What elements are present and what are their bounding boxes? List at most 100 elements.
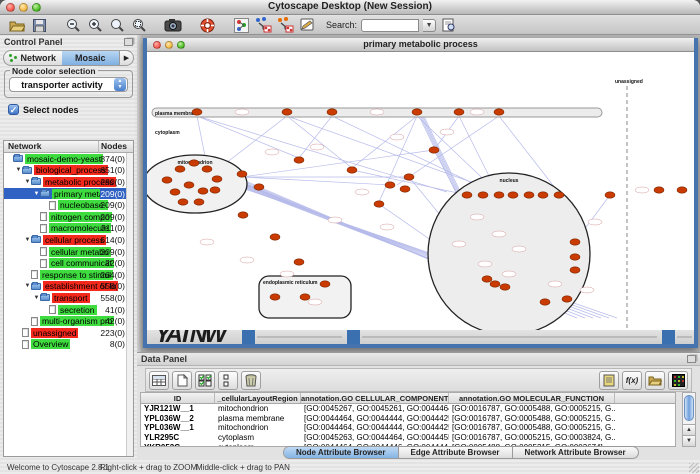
import-attributes-icon[interactable] [645,371,665,390]
help-lifesaver-icon[interactable] [198,17,216,33]
apply-layout-b-icon[interactable] [276,17,294,33]
snapshot-camera-icon[interactable] [164,17,182,33]
network-overview-icon[interactable] [232,17,250,33]
table-cell[interactable]: [GO:0044464, GO:0044444, GO:0044425, G..… [301,414,449,423]
network-tree-item[interactable]: Overview 8(0) [4,339,126,351]
node-color-combobox[interactable]: transporter activity ▲▼ [9,77,128,92]
table-row[interactable]: YPL036W__2plasma membrane[GO:0044464, GO… [141,414,675,424]
network-node[interactable] [270,294,280,300]
network-node[interactable] [562,296,572,302]
annotation-icon[interactable] [298,17,316,33]
column-go-molecular-function[interactable]: annotation.GO MOLECULAR_FUNCTION [449,393,615,403]
network-tree-item[interactable]: ▼ establishment of lo 558(0) [4,281,126,293]
network-tree-item[interactable]: ▼ metabolic process 280(0) [4,176,126,188]
tab-mosaic[interactable]: Mosaic [62,51,120,65]
network-node[interactable] [202,166,212,172]
table-cell[interactable]: [GO:0016787, GO:0005488, GO:0005215, G..… [449,414,615,423]
network-node[interactable] [238,212,248,218]
network-tree-item[interactable]: ▼ primary metabo 209(0) [4,188,126,200]
select-nodes-checkbox[interactable]: ✓ [8,104,19,115]
scroll-down-arrow[interactable]: ▼ [683,435,695,446]
network-tree-item[interactable]: unassigned 223(0) [4,327,126,339]
network-tree-item[interactable]: mosaic-demo-yeast 874(0) [4,153,126,165]
network-node[interactable] [404,174,414,180]
apply-layout-a-icon[interactable] [254,17,272,33]
float-panel-icon[interactable] [124,38,133,46]
table-cell[interactable]: plasma membrane [215,414,301,423]
network-node[interactable] [482,276,492,282]
network-node[interactable] [327,109,337,115]
network-node[interactable] [605,192,615,198]
attribute-table-icon[interactable] [149,371,169,390]
column-id[interactable]: ID [141,393,215,403]
network-window-titlebar[interactable]: primary metabolic process [147,38,694,52]
search-dropdown-button[interactable]: ▼ [423,19,436,32]
network-tree-item[interactable]: multi-organism pro 42(0) [4,315,126,327]
network-node[interactable] [282,109,292,115]
network-node[interactable] [212,176,222,182]
open-folder-icon[interactable] [8,17,26,33]
network-tree-item[interactable]: nucleobase- 209(0) [4,199,126,211]
network-node[interactable] [175,166,185,172]
tab-network[interactable]: Network [4,51,62,65]
network-tree-item[interactable]: ▼ transport 558(0) [4,292,126,304]
unified-view-icon[interactable] [218,371,238,390]
network-node[interactable] [178,199,188,205]
network-node[interactable] [210,187,220,193]
table-cell[interactable]: cytoplasm [215,433,301,442]
scroll-up-arrow[interactable]: ▲ [683,424,695,435]
network-node[interactable] [677,187,687,193]
table-cell[interactable]: [GO:0044464, GO:0044444, GO:0044425, G..… [301,423,449,432]
table-cell[interactable]: YLR295C [141,433,215,442]
network-node[interactable] [540,299,550,305]
save-icon[interactable] [30,17,48,33]
tree-column-network[interactable]: Network [4,141,99,152]
network-node[interactable] [478,192,488,198]
tree-column-nodes[interactable]: Nodes [99,141,133,152]
formula-builder-icon[interactable]: f(x) [622,371,642,390]
network-node[interactable] [237,171,247,177]
network-node[interactable] [494,109,504,115]
search-input[interactable] [361,19,419,32]
network-node[interactable] [429,147,439,153]
network-node[interactable] [194,199,204,205]
network-canvas[interactable]: plasma membrane cytoplasm mitochondrion … [147,52,694,330]
network-tree-item[interactable]: secretion 41(0) [4,304,126,316]
tab-node-attribute-browser[interactable]: Node Attribute Browser [284,447,399,458]
table-cell[interactable]: [GO:0045267, GO:0045261, GO:0044464, G..… [301,404,449,413]
network-node[interactable] [347,167,357,173]
notepad-icon[interactable] [599,371,619,390]
table-cell[interactable]: YKR052C [141,443,215,447]
network-node[interactable] [400,186,410,192]
select-attributes-icon[interactable] [195,371,215,390]
network-node[interactable] [385,182,395,188]
network-node[interactable] [538,192,548,198]
network-node[interactable] [189,160,199,166]
network-node[interactable] [570,267,580,273]
network-tree-item[interactable]: ▼ biological_process 651(0) [4,165,126,177]
column-go-cellular-component[interactable]: annotation.GO CELLULAR_COMPONENT [301,393,449,403]
zoom-out-icon[interactable] [64,17,82,33]
network-node[interactable] [192,109,202,115]
table-cell[interactable]: YPL036W__1 [141,423,215,432]
network-node[interactable] [508,192,518,198]
attribute-matrix-icon[interactable] [668,371,688,390]
network-node[interactable] [294,259,304,265]
network-tree-item[interactable]: response to stimul 264(0) [4,269,126,281]
network-node[interactable] [500,284,510,290]
network-node[interactable] [570,254,580,260]
zoom-selected-icon[interactable] [130,17,148,33]
zoom-in-icon[interactable] [86,17,104,33]
network-tree-item[interactable]: cellular metabo 209(0) [4,246,126,258]
table-cell[interactable]: YJR121W__1 [141,404,215,413]
column-cellular-layout-region[interactable]: _cellularLayoutRegion [215,393,301,403]
network-node[interactable] [494,192,504,198]
network-node[interactable] [162,177,172,183]
table-row[interactable]: YJR121W__1mitochondrion[GO:0045267, GO:0… [141,404,675,414]
network-tree-item[interactable]: nitrogen compo 209(0) [4,211,126,223]
network-node[interactable] [412,109,422,115]
table-scrollbar-thumb[interactable] [684,395,694,421]
network-node[interactable] [270,234,280,240]
network-node[interactable] [294,157,304,163]
table-cell[interactable]: YPL036W__2 [141,414,215,423]
